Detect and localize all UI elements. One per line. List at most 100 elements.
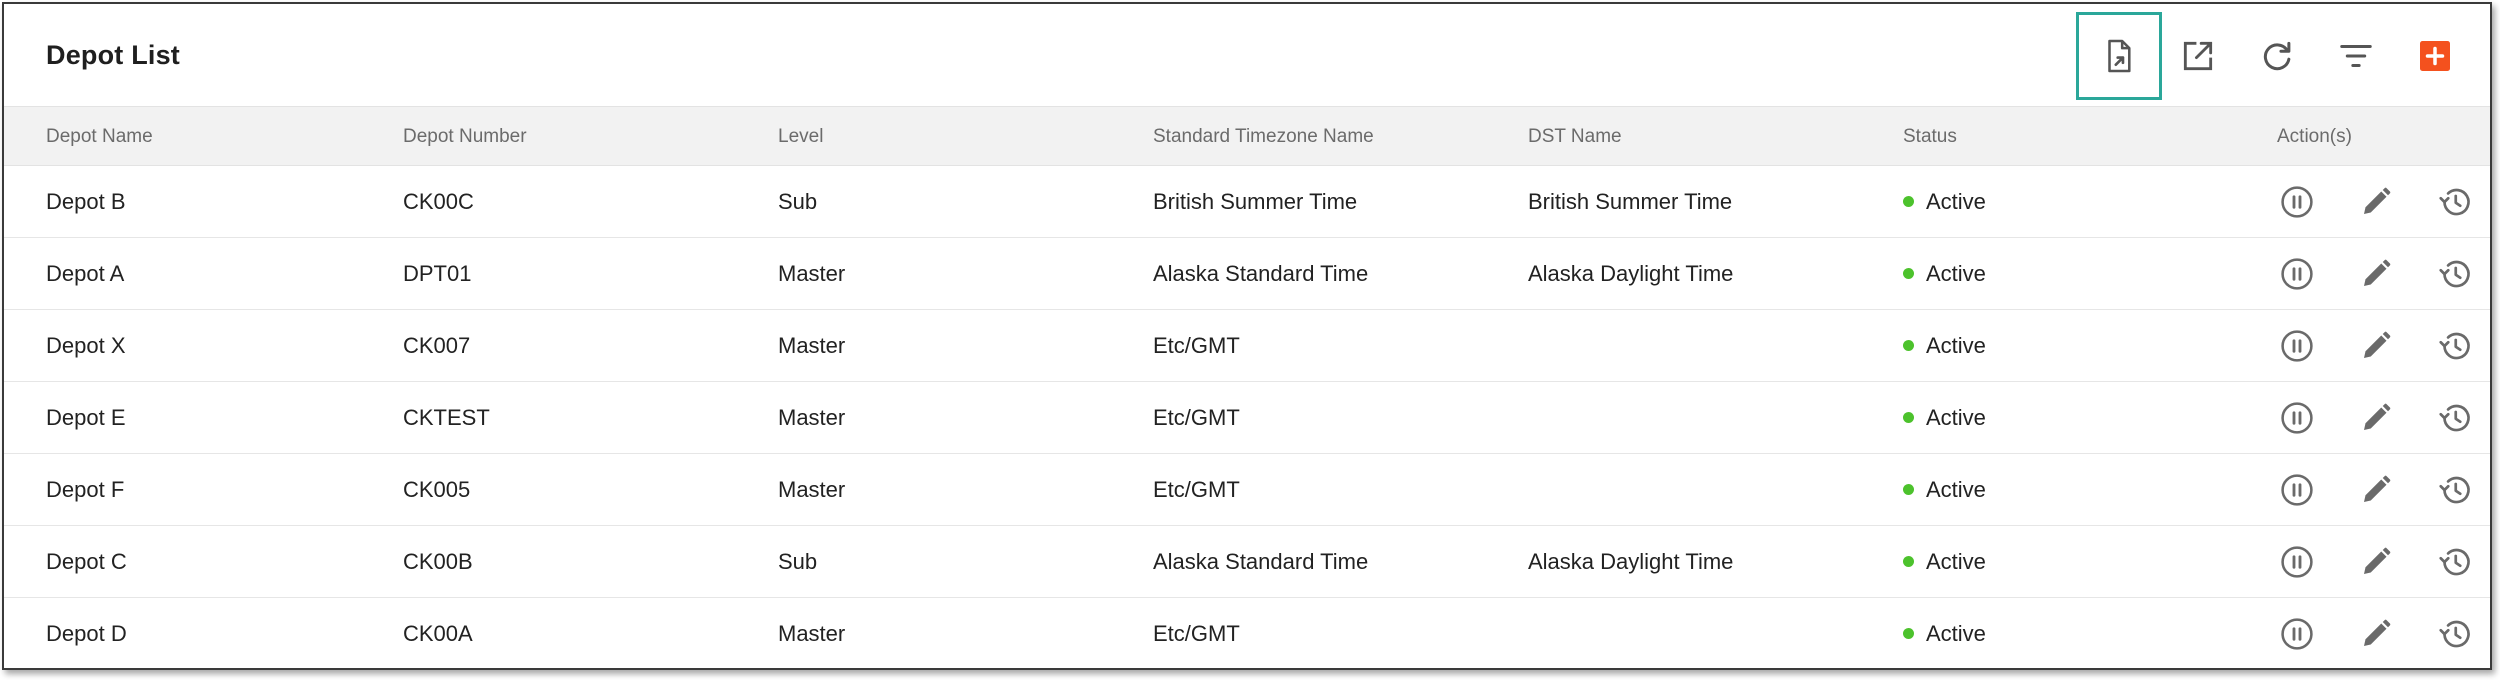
edit-button[interactable] [2357, 543, 2395, 581]
add-depot-button[interactable] [2392, 12, 2478, 100]
status-dot [1903, 339, 1914, 351]
column-header-status[interactable]: Status [1903, 107, 1957, 167]
standard-timezone-cell: Etc/GMT [1153, 405, 1240, 430]
depot-name-cell: Depot E [46, 405, 126, 430]
edit-button[interactable] [2357, 615, 2395, 653]
history-button[interactable] [2436, 327, 2474, 365]
table-row: Depot F CK005 Master Etc/GMT Active [4, 454, 2490, 526]
pause-button[interactable] [2278, 399, 2316, 437]
history-button[interactable] [2436, 183, 2474, 221]
pause-button[interactable] [2278, 327, 2316, 365]
history-button[interactable] [2436, 255, 2474, 293]
edit-button[interactable] [2357, 183, 2395, 221]
status-dot [1903, 411, 1914, 423]
history-button[interactable] [2436, 615, 2474, 653]
pause-button[interactable] [2278, 255, 2316, 293]
status-cell: Active [1903, 310, 1986, 382]
edit-icon [2364, 547, 2391, 574]
status-cell: Active [1903, 598, 1986, 668]
dst-name-cell: Alaska Daylight Time [1528, 549, 1734, 574]
edit-icon [2364, 403, 2391, 430]
status-cell: Active [1903, 454, 1986, 526]
edit-button[interactable] [2357, 255, 2395, 293]
dst-name-cell: British Summer Time [1528, 189, 1733, 214]
open-external-button[interactable] [2155, 12, 2241, 100]
edit-icon [2364, 187, 2391, 214]
depot-name-cell: Depot B [46, 189, 126, 214]
pause-icon [2281, 330, 2313, 362]
status-text: Active [1926, 477, 1986, 502]
pause-button[interactable] [2278, 183, 2316, 221]
table-header: Depot Name Depot Number Level Standard T… [4, 106, 2490, 166]
status-text: Active [1926, 189, 1986, 214]
edit-button[interactable] [2357, 327, 2395, 365]
edit-icon [2364, 259, 2391, 286]
column-header-depot-name[interactable]: Depot Name [46, 107, 153, 167]
history-button[interactable] [2436, 471, 2474, 509]
column-header-dst-name[interactable]: DST Name [1528, 107, 1622, 167]
history-icon [2439, 620, 2470, 648]
level-cell: Master [778, 333, 846, 358]
standard-timezone-cell: Etc/GMT [1153, 621, 1240, 646]
status-text: Active [1926, 261, 1986, 286]
depot-number-cell: CK00C [403, 189, 474, 214]
depot-name-cell: Depot A [46, 261, 125, 286]
history-icon [2439, 404, 2470, 432]
level-cell: Master [778, 261, 846, 286]
table-row: Depot X CK007 Master Etc/GMT Active [4, 310, 2490, 382]
export-file-button[interactable] [2076, 12, 2162, 100]
depot-name-cell: Depot F [46, 477, 125, 502]
pause-button[interactable] [2278, 615, 2316, 653]
edit-icon [2364, 475, 2391, 502]
depot-number-cell: CK00B [403, 549, 473, 574]
pause-icon [2281, 474, 2313, 506]
pause-icon [2281, 618, 2313, 650]
depot-table: Depot Name Depot Number Level Standard T… [4, 106, 2490, 668]
table-row: Depot E CKTEST Master Etc/GMT Active [4, 382, 2490, 454]
status-dot [1903, 483, 1914, 495]
edit-icon [2364, 331, 2391, 358]
level-cell: Master [778, 621, 846, 646]
history-icon [2439, 188, 2470, 216]
column-header-level[interactable]: Level [778, 107, 823, 167]
table-row: Depot A DPT01 Master Alaska Standard Tim… [4, 238, 2490, 310]
page-title: Depot List [46, 40, 180, 70]
standard-timezone-cell: Alaska Standard Time [1153, 549, 1369, 574]
level-cell: Sub [778, 549, 818, 574]
pause-icon [2281, 402, 2313, 434]
status-text: Active [1926, 549, 1986, 574]
status-dot [1903, 267, 1914, 279]
panel-header: Depot List [4, 4, 2490, 106]
status-cell: Active [1903, 526, 1986, 598]
history-button[interactable] [2436, 399, 2474, 437]
depot-number-cell: CK007 [403, 333, 471, 358]
standard-timezone-cell: Etc/GMT [1153, 477, 1240, 502]
level-cell: Master [778, 405, 846, 430]
refresh-button[interactable] [2234, 12, 2320, 100]
depot-number-cell: DPT01 [403, 261, 472, 286]
column-header-depot-number[interactable]: Depot Number [403, 107, 527, 167]
standard-timezone-cell: British Summer Time [1153, 189, 1358, 214]
history-button[interactable] [2436, 543, 2474, 581]
level-cell: Sub [778, 189, 818, 214]
filter-button[interactable] [2313, 12, 2399, 100]
pause-button[interactable] [2278, 471, 2316, 509]
edit-button[interactable] [2357, 471, 2395, 509]
pause-icon [2281, 186, 2313, 218]
table-row: Depot B CK00C Sub British Summer Time Br… [4, 166, 2490, 238]
open-in-new-icon [2183, 41, 2213, 71]
status-dot [1903, 195, 1914, 207]
standard-timezone-cell: Etc/GMT [1153, 333, 1240, 358]
table-row: Depot D CK00A Master Etc/GMT Active [4, 598, 2490, 668]
column-header-standard-timezone[interactable]: Standard Timezone Name [1153, 107, 1374, 167]
history-icon [2439, 332, 2470, 360]
edit-icon [2364, 619, 2391, 646]
pause-button[interactable] [2278, 543, 2316, 581]
table-row: Depot C CK00B Sub Alaska Standard Time A… [4, 526, 2490, 598]
status-dot [1903, 555, 1914, 567]
depot-number-cell: CK005 [403, 477, 471, 502]
history-icon [2439, 260, 2470, 288]
status-cell: Active [1903, 382, 1986, 454]
pause-icon [2281, 546, 2313, 578]
edit-button[interactable] [2357, 399, 2395, 437]
